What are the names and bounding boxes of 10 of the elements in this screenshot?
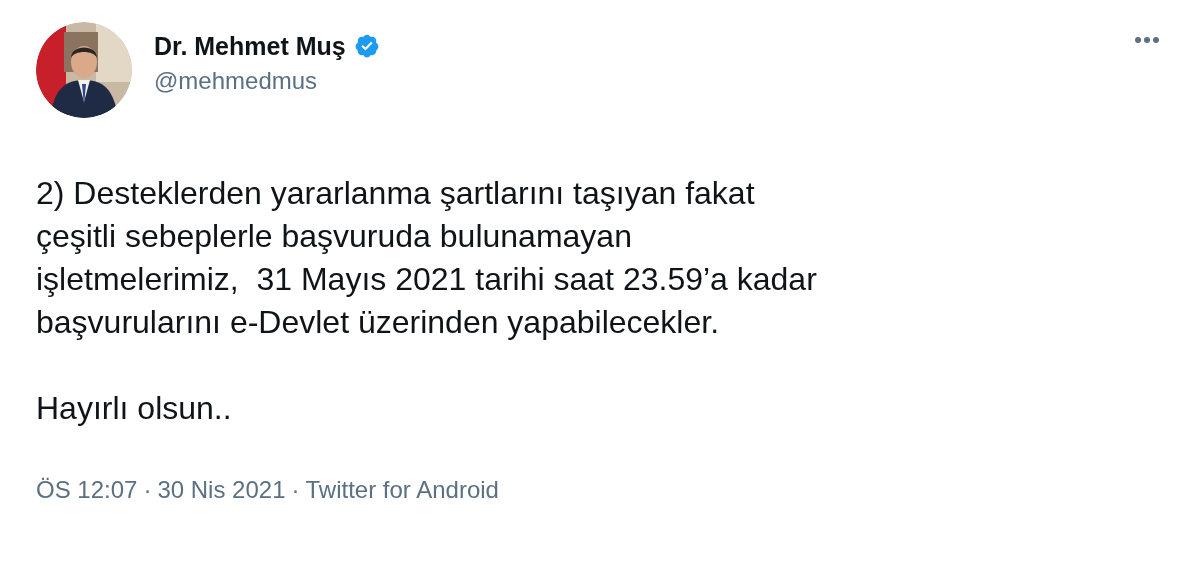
tweet-date[interactable]: 30 Nis 2021	[157, 475, 286, 505]
tweet-text: Hayırlı olsun..	[36, 389, 233, 428]
author-handle[interactable]: @mehmedmus	[154, 66, 380, 96]
tweet-text: 2) Desteklerden yararlanma şartlarını taşıyan fakat çeşitli sebeplerle başvuruda bulunamayan işletmelerimiz, 31 Mayıs 2021 tarihi saat 23.59’a kadar başvurularını e-Devlet üzerinden yapabilecekler.	[36, 174, 818, 342]
more-icon[interactable]	[1134, 36, 1160, 44]
tweet-source-link[interactable]: Twitter for Android	[305, 475, 499, 505]
author-name[interactable]: Dr. Mehmet Muş	[154, 30, 346, 62]
tweet-time[interactable]: ÖS 12:07	[36, 475, 138, 505]
separator: ·	[291, 475, 300, 505]
separator: ·	[143, 475, 152, 505]
